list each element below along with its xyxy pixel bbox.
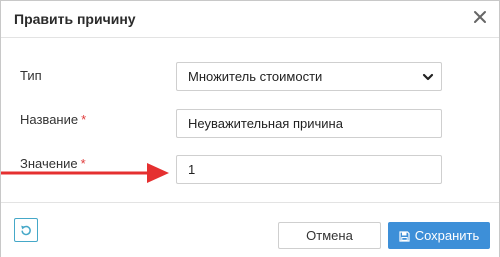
- chevron-down-icon: [422, 73, 434, 81]
- name-input[interactable]: [176, 109, 442, 138]
- dialog-title: Править причину: [14, 11, 136, 27]
- type-label: Тип: [20, 68, 42, 83]
- undo-icon: [21, 225, 31, 236]
- arrow-right-icon: [1, 163, 169, 183]
- name-label-text: Название: [20, 112, 79, 127]
- save-button[interactable]: Сохранить: [388, 222, 490, 249]
- name-required-mark: *: [81, 112, 87, 127]
- close-button[interactable]: [470, 7, 490, 27]
- floppy-disk-icon: [399, 231, 410, 242]
- type-select[interactable]: Множитель стоимости: [176, 62, 442, 91]
- edit-reason-dialog: Править причину Тип Множитель стоимости …: [0, 0, 500, 257]
- reset-button[interactable]: [14, 218, 38, 242]
- value-input[interactable]: [176, 155, 442, 184]
- dialog-header: Править причину: [1, 1, 499, 38]
- type-select-value: Множитель стоимости: [188, 69, 323, 84]
- save-button-label: Сохранить: [414, 228, 480, 243]
- cancel-button[interactable]: Отмена: [278, 222, 381, 249]
- close-icon: [474, 11, 486, 23]
- name-label: Название *: [20, 112, 86, 127]
